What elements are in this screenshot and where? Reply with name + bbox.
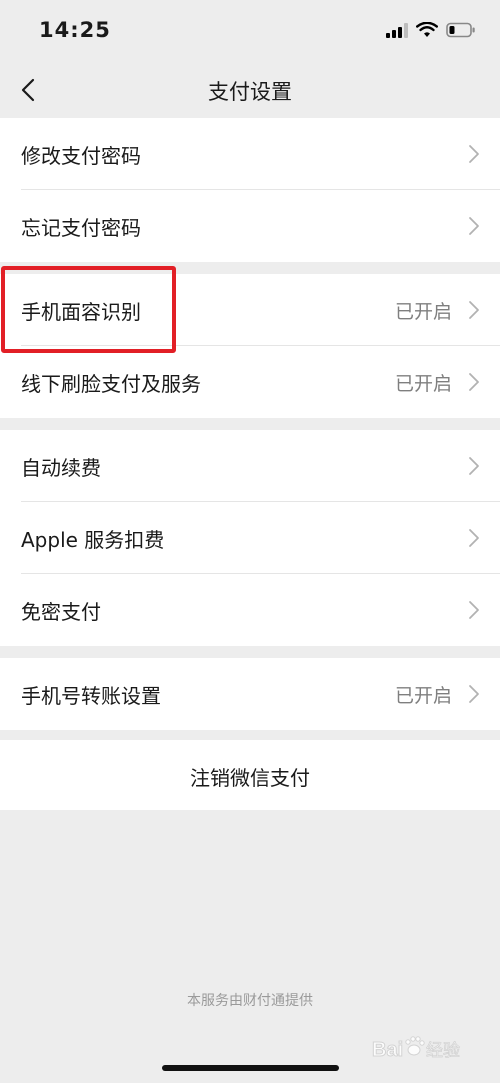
settings-group-deduction: 自动续费 Apple 服务扣费 免密支付 [0, 430, 500, 646]
status-icons [386, 22, 476, 38]
svg-text:经验: 经验 [426, 1041, 460, 1061]
highlight-box [1, 266, 176, 353]
settings-row-face-pay[interactable]: 线下刷脸支付及服务 已开启 [0, 346, 500, 418]
settings-row-auto-renew[interactable]: 自动续费 [0, 430, 500, 502]
chevron-right-icon [469, 529, 479, 547]
cancel-label: 注销微信支付 [190, 766, 310, 790]
settings-row-phone-transfer[interactable]: 手机号转账设置 已开启 [0, 658, 500, 730]
row-label: 忘记支付密码 [21, 216, 141, 240]
signal-icon [386, 22, 408, 38]
row-label: 手机号转账设置 [21, 684, 161, 708]
row-label: 修改支付密码 [21, 144, 141, 168]
wifi-icon [416, 22, 438, 37]
cancel-wechat-pay-button[interactable]: 注销微信支付 [0, 740, 500, 810]
settings-group-transfer: 手机号转账设置 已开启 [0, 658, 500, 730]
settings-group-password: 修改支付密码 忘记支付密码 [0, 118, 500, 262]
row-label: 线下刷脸支付及服务 [21, 372, 201, 396]
status-time: 14:25 [39, 18, 111, 42]
nav-bar: 支付设置 [0, 62, 500, 117]
chevron-right-icon [469, 685, 479, 703]
chevron-right-icon [469, 217, 479, 235]
settings-row-password-free[interactable]: 免密支付 [0, 574, 500, 646]
chevron-right-icon [469, 457, 479, 475]
page-title: 支付设置 [208, 80, 292, 104]
chevron-right-icon [469, 145, 479, 163]
status-value: 已开启 [394, 301, 452, 323]
row-label: 免密支付 [21, 600, 101, 624]
footer-note: 本服务由财付通提供 [187, 993, 313, 1009]
battery-icon [446, 22, 475, 38]
row-label: 自动续费 [21, 456, 101, 480]
chevron-right-icon [469, 373, 479, 391]
status-value: 已开启 [394, 373, 452, 395]
settings-row-apple-deduction[interactable]: Apple 服务扣费 [0, 502, 500, 574]
status-value: 已开启 [394, 685, 452, 707]
settings-row-change-password[interactable]: 修改支付密码 [0, 118, 500, 190]
settings-row-forgot-password[interactable]: 忘记支付密码 [0, 190, 500, 262]
chevron-right-icon [469, 601, 479, 619]
baidu-watermark-logo: Bai 经验 [372, 1036, 460, 1062]
svg-text:Bai: Bai [372, 1039, 403, 1061]
home-indicator [162, 1065, 339, 1071]
status-bar: 14:25 [0, 0, 500, 62]
settings-group-cancel: 注销微信支付 [0, 740, 500, 810]
row-label: Apple 服务扣费 [21, 528, 165, 552]
chevron-right-icon [469, 301, 479, 319]
